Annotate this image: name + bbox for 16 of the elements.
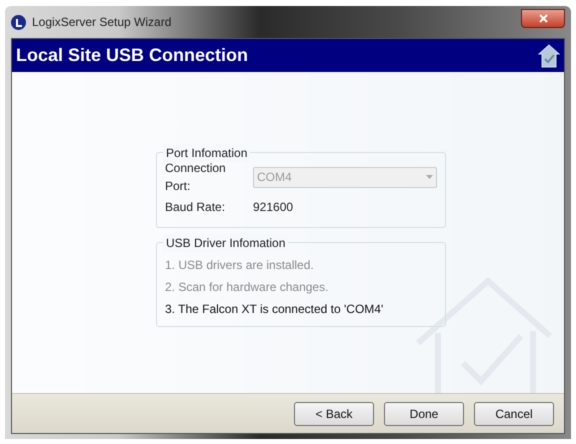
- close-icon: [538, 14, 548, 22]
- app-logo-icon: [11, 14, 26, 30]
- step-text: 2. Scan for hardware changes.: [165, 279, 330, 296]
- field-label: Connection Port:: [165, 160, 227, 195]
- wizard-button[interactable]: < Back: [294, 402, 374, 426]
- step-text: 3. The Falcon XT is connected to 'COM4': [165, 301, 384, 318]
- wizard-button[interactable]: Cancel: [474, 402, 554, 426]
- window-title: LogixServer Setup Wizard: [32, 14, 172, 31]
- house-check-icon: [538, 44, 560, 68]
- close-button[interactable]: [521, 8, 565, 28]
- step-text: 1. USB drivers are installed.: [165, 257, 315, 274]
- wizard-button[interactable]: Done: [384, 402, 464, 426]
- baud-rate-value: 921600: [253, 199, 294, 216]
- dropdown-arrow-icon: [426, 175, 433, 179]
- field-label: Baud Rate:: [165, 199, 226, 216]
- page-title: Local Site USB Connection: [16, 44, 248, 67]
